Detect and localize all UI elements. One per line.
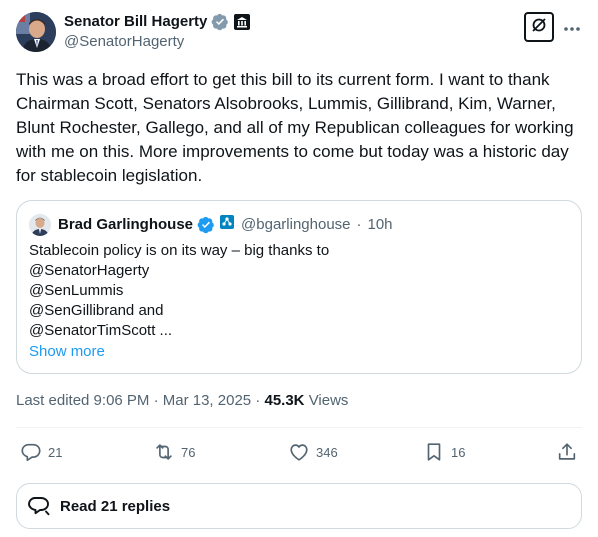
author-handle[interactable]: @SenatorHagerty: [64, 32, 184, 52]
bookmark-count: 16: [451, 444, 466, 460]
author-avatar[interactable]: [16, 12, 56, 52]
bookmark-button[interactable]: 16: [423, 440, 465, 464]
quoted-mention: @SenGillibrand and: [29, 302, 164, 319]
reply-icon: [20, 441, 42, 463]
edit-timestamp[interactable]: Last edited 9:06 PM · Mar 13, 2025 ·: [16, 392, 260, 409]
more-options-button[interactable]: [560, 16, 584, 40]
quoted-mention: @SenatorTimScott ...: [29, 322, 173, 339]
quoted-dot-separator: ·: [356, 216, 362, 233]
share-button[interactable]: [556, 440, 578, 464]
quoted-author-name[interactable]: Brad Garlinghouse: [58, 215, 193, 235]
heart-icon: [288, 441, 310, 463]
bookmark-icon: [423, 441, 445, 463]
show-more-link[interactable]: Show more: [29, 342, 105, 362]
repost-button[interactable]: 76: [153, 440, 195, 464]
grok-button[interactable]: [524, 12, 554, 42]
government-building-icon: [233, 13, 251, 31]
repost-count: 76: [181, 444, 196, 460]
like-button[interactable]: 346: [288, 440, 338, 464]
tweet: Senator Bill Hagerty @SenatorHagerty Thi…: [0, 0, 598, 537]
like-count: 346: [316, 444, 338, 460]
quoted-text: Stablecoin policy is on its way – big th…: [29, 241, 569, 341]
share-icon: [556, 441, 578, 463]
reply-button[interactable]: 21: [20, 440, 62, 464]
verified-gray-icon: [211, 13, 229, 31]
divider: [16, 427, 582, 428]
quoted-author-handle[interactable]: @bgarlinghouse: [241, 215, 350, 235]
grok-icon: [530, 16, 548, 39]
quoted-mention: @SenatorHagerty: [29, 262, 150, 279]
quoted-mention: @SenLummis: [29, 282, 124, 299]
tweet-text: This was a broad effort to get this bill…: [16, 70, 574, 185]
quoted-timestamp[interactable]: 10h: [368, 215, 393, 235]
reply-count: 21: [48, 444, 63, 460]
tweet-meta: Last edited 9:06 PM · Mar 13, 2025 · 45.…: [16, 391, 348, 411]
verified-blue-icon: [197, 216, 215, 234]
quoted-header: Brad Garlinghouse @bgarlinghouse · 10h: [58, 215, 393, 235]
quoted-author-avatar[interactable]: [29, 214, 51, 236]
quoted-text-line: Stablecoin policy is on its way – big th…: [29, 242, 330, 259]
author-name-row[interactable]: Senator Bill Hagerty: [64, 12, 251, 32]
speech-bubbles-icon: [26, 493, 52, 519]
read-replies-button[interactable]: Read 21 replies: [16, 483, 582, 529]
views-count: 45.3K: [264, 392, 305, 409]
quoted-tweet[interactable]: Brad Garlinghouse @bgarlinghouse · 10h S…: [16, 200, 582, 374]
repost-icon: [153, 441, 175, 463]
read-replies-label: Read 21 replies: [60, 497, 171, 515]
divider: [16, 474, 582, 475]
ellipsis-icon: [563, 19, 581, 37]
ripple-logo-icon: [219, 214, 235, 236]
author-name[interactable]: Senator Bill Hagerty: [64, 12, 207, 32]
views-label: Views: [308, 392, 349, 409]
